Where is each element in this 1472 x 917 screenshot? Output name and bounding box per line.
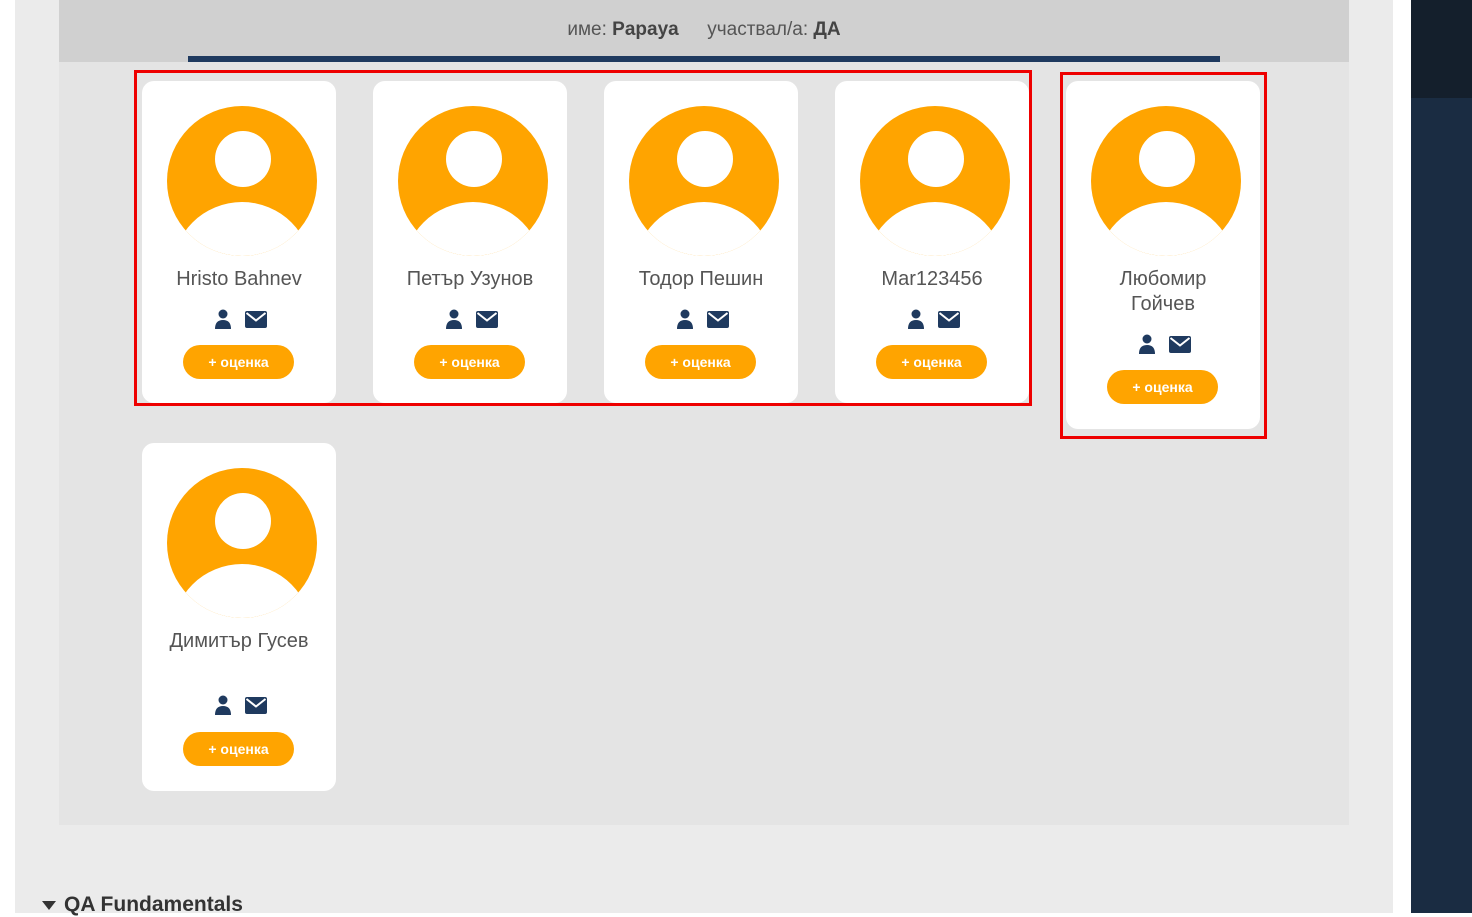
team-header: име: Papaya участвал/а: ДА <box>59 0 1349 62</box>
add-grade-button[interactable]: + оценка <box>183 732 294 766</box>
panel-gap <box>1393 0 1411 913</box>
envelope-icon[interactable] <box>245 697 267 714</box>
participated-label: участвал/а: <box>707 19 809 40</box>
member-name: Димитър Гусев <box>169 630 309 652</box>
participated-value: ДА <box>813 19 841 40</box>
right-sidebar <box>1411 0 1472 913</box>
highlight-box-single <box>1060 72 1267 439</box>
caret-down-icon <box>42 900 56 910</box>
highlight-box-group <box>134 70 1032 406</box>
user-icon[interactable] <box>215 695 231 715</box>
avatar-icon <box>167 468 317 618</box>
team-name-value: Papaya <box>612 19 679 40</box>
right-sidebar-header <box>1411 0 1472 98</box>
section-header[interactable]: QA Fundamentals <box>42 893 243 917</box>
left-margin <box>0 0 15 913</box>
member-card: Димитър Гусев + оценка <box>142 443 336 791</box>
team-name-label: име: <box>567 19 607 40</box>
team-header-divider <box>188 56 1220 62</box>
team-info: име: Papaya участвал/а: ДА <box>59 0 1349 41</box>
